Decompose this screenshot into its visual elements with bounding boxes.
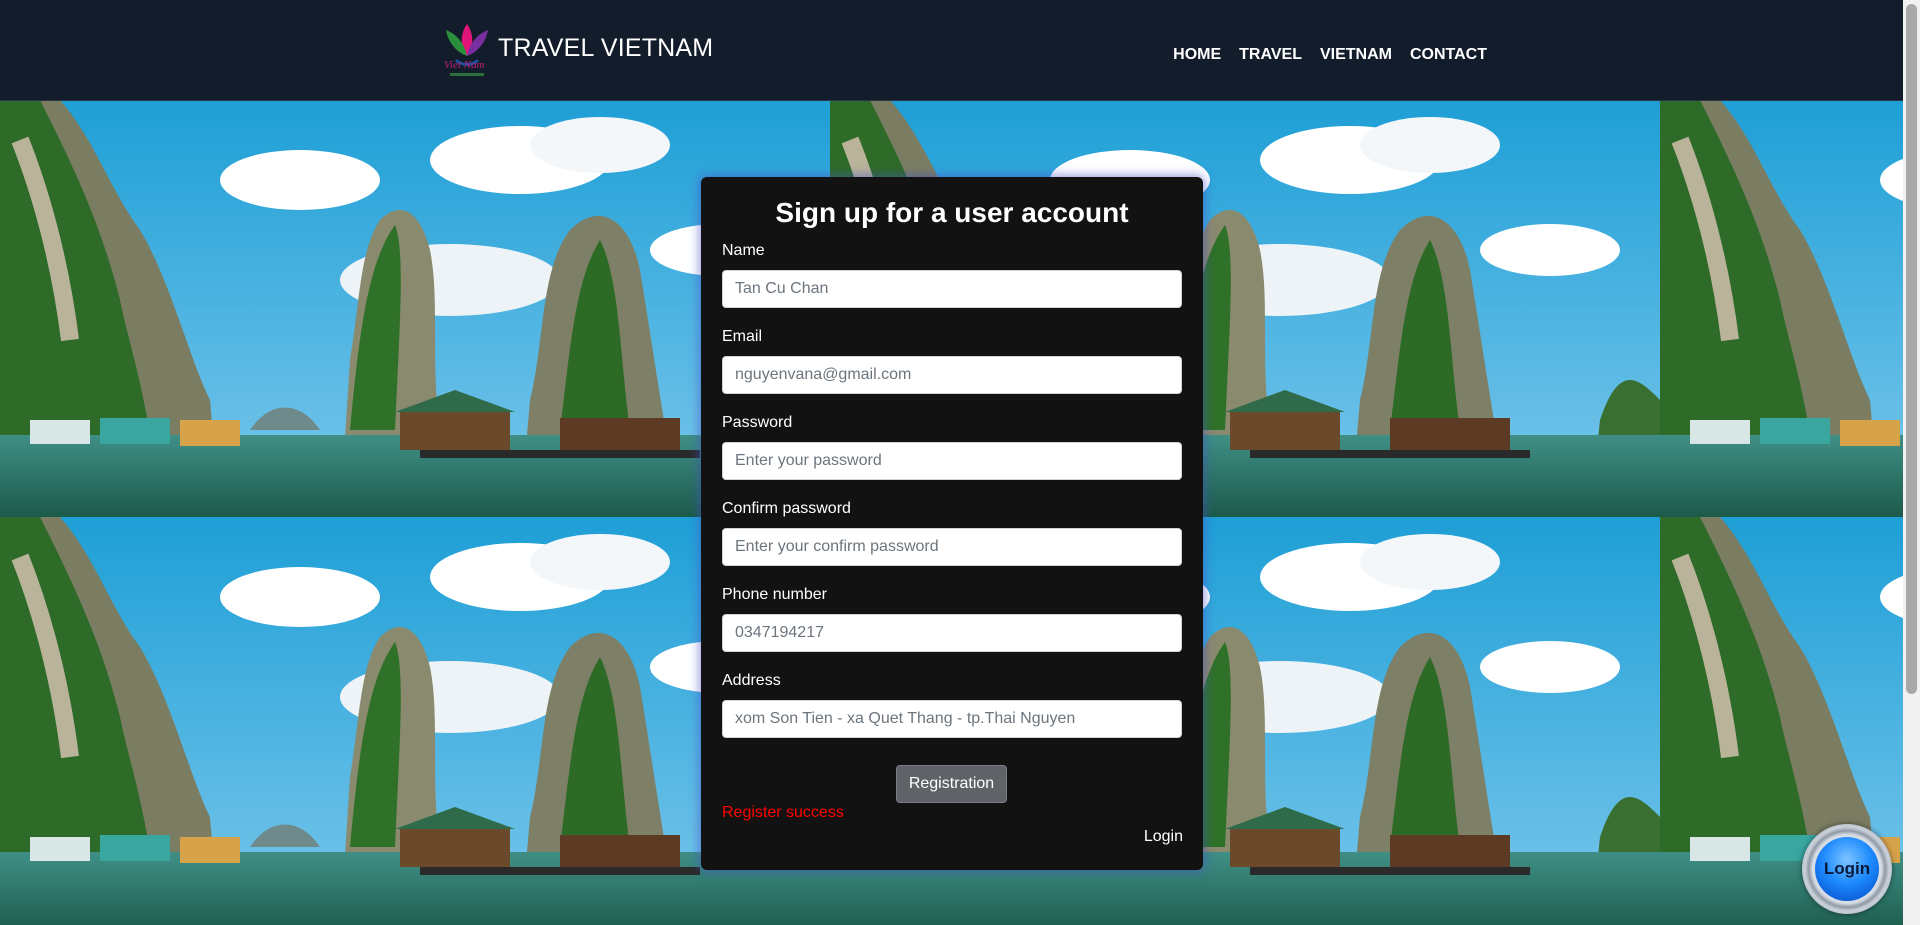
- site-header: Viet Nam TRAVEL VIETNAM HOME TRAVEL VIET…: [0, 0, 1920, 101]
- brand-title: TRAVEL VIETNAM: [498, 33, 714, 62]
- address-input[interactable]: [722, 700, 1182, 738]
- confirm-password-field: Confirm password: [722, 498, 1182, 566]
- registration-button[interactable]: Registration: [896, 765, 1007, 803]
- phone-input[interactable]: [722, 614, 1182, 652]
- scrollbar-thumb[interactable]: [1906, 4, 1917, 694]
- status-message: Register success: [722, 804, 844, 821]
- confirm-password-label: Confirm password: [722, 500, 851, 517]
- page-scrollbar[interactable]: [1903, 0, 1920, 925]
- nav-travel[interactable]: TRAVEL: [1239, 46, 1302, 64]
- confirm-password-input[interactable]: [722, 528, 1182, 566]
- nav-contact[interactable]: CONTACT: [1410, 46, 1487, 64]
- brand[interactable]: Viet Nam TRAVEL VIETNAM: [436, 16, 713, 80]
- password-input[interactable]: [722, 442, 1182, 480]
- address-label: Address: [722, 672, 781, 689]
- address-field: Address: [722, 670, 1182, 738]
- password-label: Password: [722, 414, 793, 431]
- name-field: Name: [722, 240, 1182, 308]
- phone-label: Phone number: [722, 586, 827, 603]
- email-input[interactable]: [722, 356, 1182, 394]
- lotus-logo-icon: Viet Nam: [436, 16, 498, 80]
- name-label: Name: [722, 242, 765, 259]
- name-input[interactable]: [722, 270, 1182, 308]
- signup-panel: Sign up for a user account Name Email Pa…: [701, 177, 1203, 870]
- svg-text:Viet Nam: Viet Nam: [444, 59, 484, 71]
- password-field: Password: [722, 412, 1182, 480]
- background-tile: [1660, 100, 1920, 517]
- email-label: Email: [722, 328, 763, 345]
- floating-login-label: Login: [1815, 837, 1879, 901]
- main-nav: HOME TRAVEL VIETNAM CONTACT: [1173, 46, 1487, 64]
- phone-field: Phone number: [722, 584, 1182, 652]
- login-link[interactable]: Login: [1144, 828, 1183, 846]
- form-title: Sign up for a user account: [775, 197, 1129, 228]
- nav-vietnam[interactable]: VIETNAM: [1320, 46, 1392, 64]
- nav-home[interactable]: HOME: [1173, 46, 1221, 64]
- email-field: Email: [722, 326, 1182, 394]
- floating-login-button[interactable]: Login: [1802, 824, 1892, 914]
